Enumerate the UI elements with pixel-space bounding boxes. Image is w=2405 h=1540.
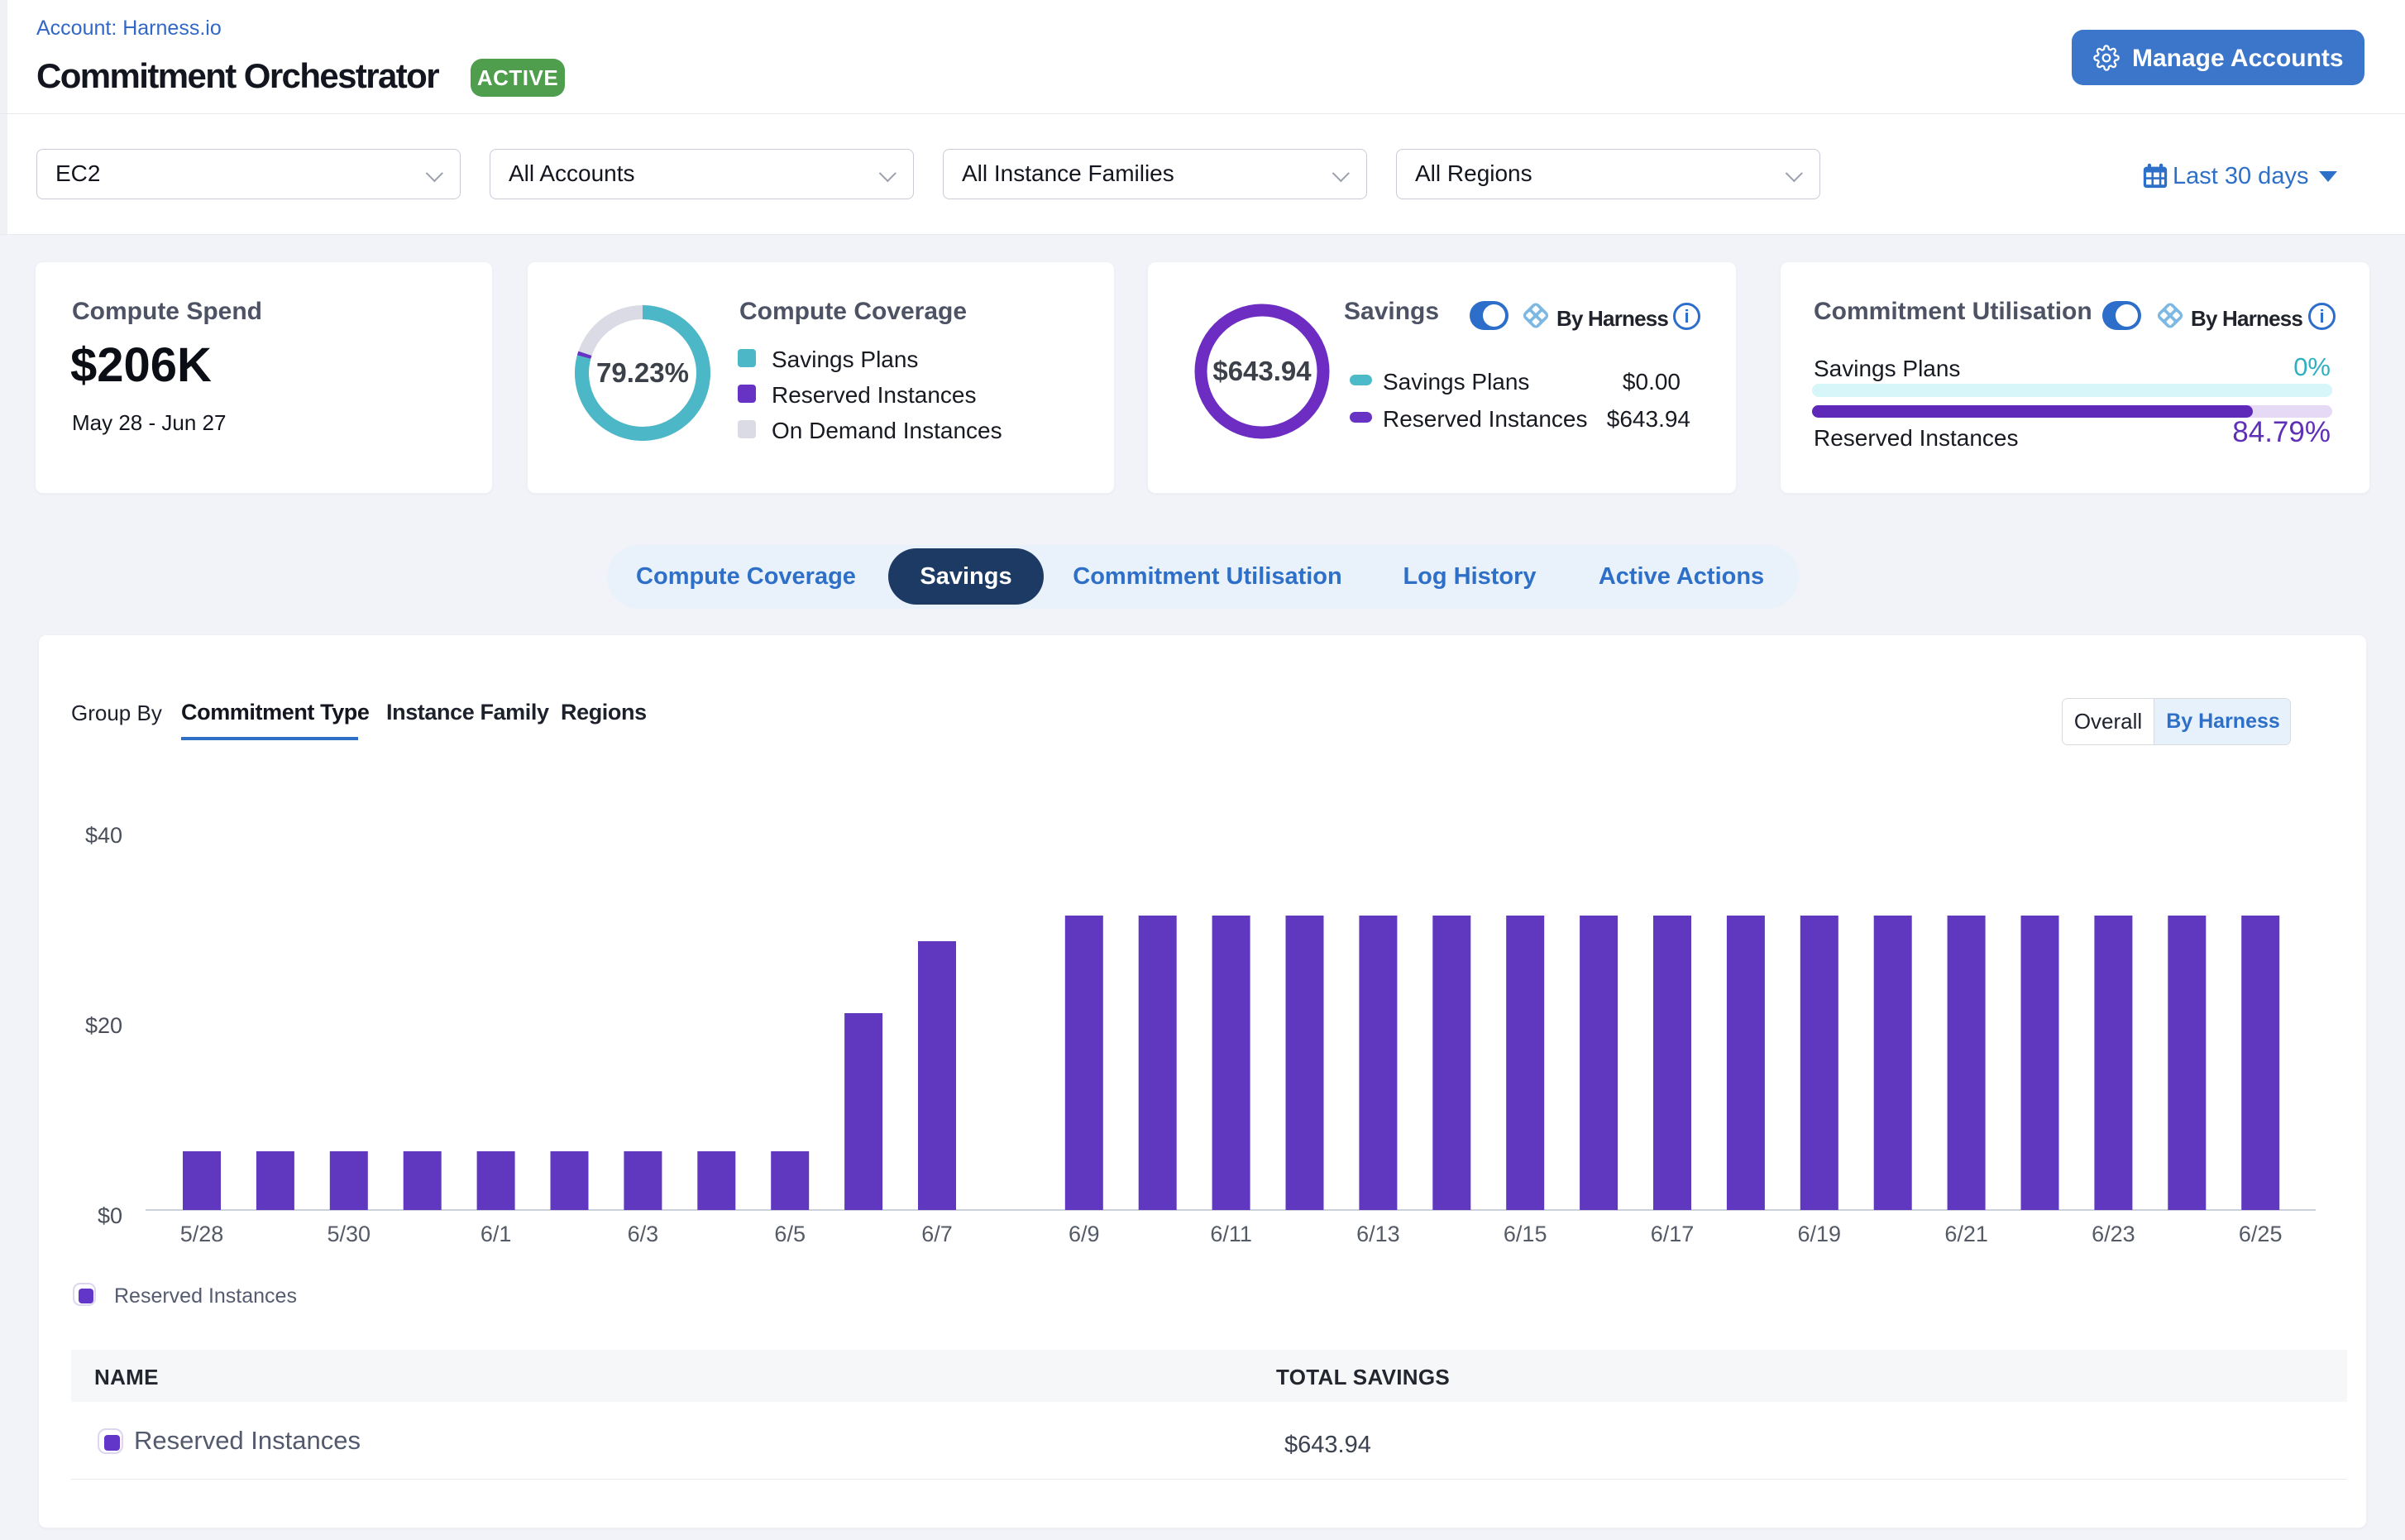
svg-text:6/9: 6/9 (1069, 1222, 1100, 1246)
svg-text:6/17: 6/17 (1651, 1222, 1695, 1246)
svg-text:6/19: 6/19 (1798, 1222, 1842, 1246)
svg-text:5/28: 5/28 (180, 1222, 224, 1246)
svg-text:6/15: 6/15 (1504, 1222, 1547, 1246)
svg-text:6/1: 6/1 (481, 1222, 512, 1246)
svg-text:6/13: 6/13 (1356, 1222, 1400, 1246)
svg-text:6/5: 6/5 (774, 1222, 806, 1246)
svg-text:5/30: 5/30 (328, 1222, 371, 1246)
svg-text:6/3: 6/3 (628, 1222, 659, 1246)
svg-text:$20: $20 (85, 1013, 122, 1038)
svg-text:6/11: 6/11 (1210, 1222, 1252, 1246)
svg-text:6/25: 6/25 (2239, 1222, 2283, 1246)
svg-text:$0: $0 (98, 1203, 122, 1228)
svg-text:6/23: 6/23 (2092, 1222, 2135, 1246)
svg-text:6/7: 6/7 (921, 1222, 953, 1246)
svg-text:6/21: 6/21 (1944, 1222, 1988, 1246)
svg-text:$40: $40 (85, 823, 122, 848)
